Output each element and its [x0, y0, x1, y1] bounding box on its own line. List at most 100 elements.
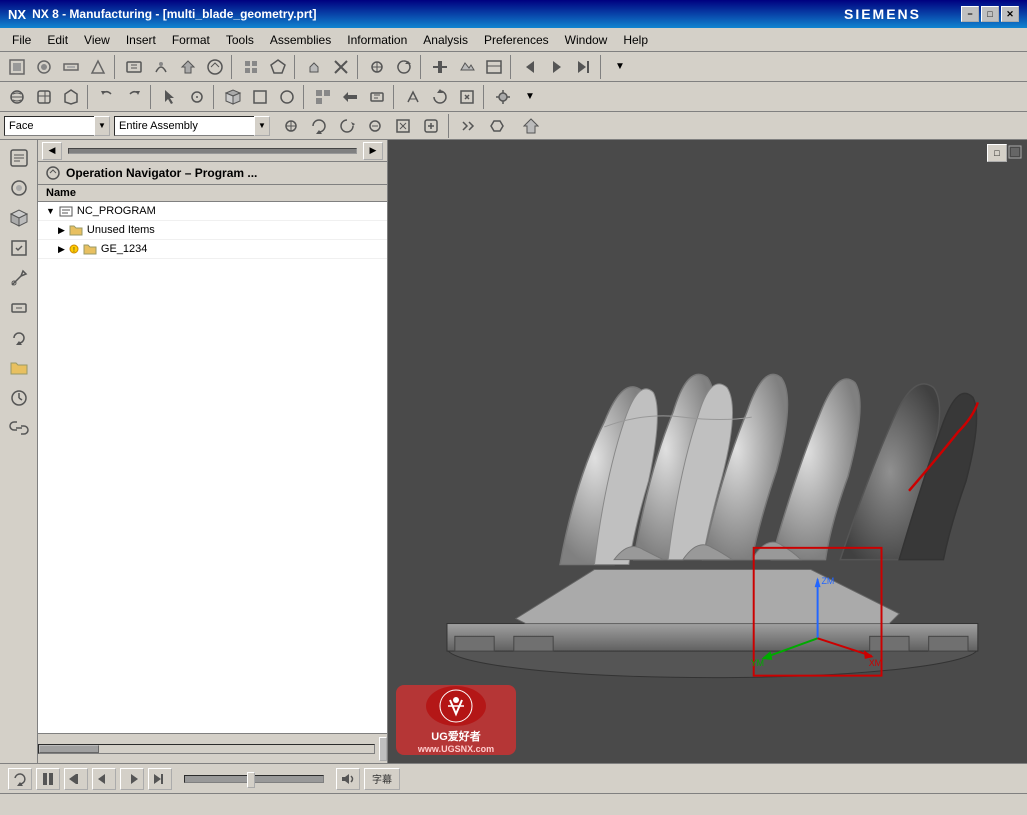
menu-insert[interactable]: Insert	[118, 31, 164, 49]
filter-tb-4[interactable]	[362, 114, 388, 138]
filter-tb-6[interactable]	[418, 114, 444, 138]
filter-tb-2[interactable]	[306, 114, 332, 138]
tb-btn-5[interactable]	[121, 55, 147, 79]
nav-resize-handle[interactable]	[379, 737, 387, 761]
menu-information[interactable]: Information	[339, 31, 415, 49]
tb-play-fwd2[interactable]	[571, 55, 597, 79]
tb2-undo[interactable]	[94, 85, 120, 109]
tb-btn-15[interactable]	[427, 55, 453, 79]
tb2-snap[interactable]	[184, 85, 210, 109]
nav-tab-fwd[interactable]: ▶	[363, 142, 383, 160]
tb-btn-11[interactable]	[301, 55, 327, 79]
filter-tb-9[interactable]	[518, 114, 544, 138]
tb2-view1[interactable]	[220, 85, 246, 109]
tb-btn-18[interactable]: ▼	[607, 55, 633, 79]
tree-item-ge1234[interactable]: ▶ ! GE_1234	[38, 240, 387, 259]
close-button[interactable]: ✕	[1001, 6, 1019, 22]
bt-fastfwd-btn[interactable]	[148, 768, 172, 790]
face-filter-select[interactable]: Face	[4, 116, 94, 136]
assembly-filter-arrow[interactable]: ▼	[254, 116, 270, 136]
viewport-restore-btn[interactable]: □	[987, 144, 1007, 162]
tb2-btn-more5[interactable]	[427, 85, 453, 109]
tb-btn-14[interactable]	[391, 55, 417, 79]
tb2-btn-more6[interactable]	[454, 85, 480, 109]
tb-btn-7[interactable]	[175, 55, 201, 79]
tb2-btn-more2[interactable]	[337, 85, 363, 109]
filter-tb-7[interactable]	[456, 114, 482, 138]
bt-volume-btn[interactable]	[336, 768, 360, 790]
bt-step-back-btn[interactable]	[92, 768, 116, 790]
menu-format[interactable]: Format	[164, 31, 218, 49]
menu-edit[interactable]: Edit	[39, 31, 76, 49]
tb-play-back[interactable]	[517, 55, 543, 79]
tb2-view3[interactable]	[274, 85, 300, 109]
bt-caption-btn[interactable]: 字幕	[364, 768, 400, 790]
sidebar-icon-refresh[interactable]	[5, 324, 33, 352]
tb-btn-13[interactable]	[364, 55, 390, 79]
menu-preferences[interactable]: Preferences	[476, 31, 557, 49]
sidebar-icon-folder[interactable]	[5, 354, 33, 382]
sidebar-icon-op[interactable]	[5, 294, 33, 322]
bt-pause-btn[interactable]	[36, 768, 60, 790]
tb-btn-4[interactable]	[85, 55, 111, 79]
nav-hscrollbar[interactable]	[38, 744, 375, 754]
filter-tb-8[interactable]	[484, 114, 510, 138]
tb2-btn-more7[interactable]	[490, 85, 516, 109]
tb-btn-6[interactable]	[148, 55, 174, 79]
nav-tab-back[interactable]: ◀	[42, 142, 62, 160]
tb-btn-10[interactable]	[265, 55, 291, 79]
nav-hscroll-thumb[interactable]	[39, 745, 99, 753]
tb2-view2[interactable]	[247, 85, 273, 109]
tb-btn-16[interactable]	[454, 55, 480, 79]
viewport-corner-btn[interactable]	[1007, 144, 1023, 163]
menu-file[interactable]: File	[4, 31, 39, 49]
tb2-btn-1[interactable]	[4, 85, 30, 109]
sidebar-icon-method[interactable]	[5, 234, 33, 262]
tb2-redo[interactable]	[121, 85, 147, 109]
tb-btn-1[interactable]	[4, 55, 30, 79]
tb2-btn-more4[interactable]	[400, 85, 426, 109]
sidebar-icon-link[interactable]	[5, 414, 33, 442]
bt-step-fwd-btn[interactable]	[120, 768, 144, 790]
maximize-button[interactable]: □	[981, 6, 999, 22]
tb2-btn-more1[interactable]	[310, 85, 336, 109]
viewport[interactable]: □	[388, 140, 1027, 763]
sidebar-icon-tool[interactable]	[5, 264, 33, 292]
toolbar-sep-1	[114, 55, 118, 79]
tb2-btn-more3[interactable]	[364, 85, 390, 109]
assembly-filter-select[interactable]: Entire Assembly	[114, 116, 254, 136]
face-filter-arrow[interactable]: ▼	[94, 116, 110, 136]
tb-btn-17[interactable]	[481, 55, 507, 79]
menu-assemblies[interactable]: Assemblies	[262, 31, 339, 49]
bt-home-btn[interactable]	[8, 768, 32, 790]
tb2-select[interactable]	[157, 85, 183, 109]
tree-item-unused[interactable]: ▶ Unused Items	[38, 221, 387, 240]
menu-analysis[interactable]: Analysis	[415, 31, 476, 49]
tb2-btn-3[interactable]	[58, 85, 84, 109]
filter-tb-5[interactable]	[390, 114, 416, 138]
sidebar-icon-clock[interactable]	[5, 384, 33, 412]
tb-btn-12[interactable]	[328, 55, 354, 79]
minimize-button[interactable]: −	[961, 6, 979, 22]
bt-slider-thumb[interactable]	[247, 772, 255, 788]
sidebar-icon-machine[interactable]	[5, 174, 33, 202]
tb2-btn-2[interactable]	[31, 85, 57, 109]
tb2-btn-more8[interactable]: ▼	[517, 85, 543, 109]
menu-help[interactable]: Help	[615, 31, 656, 49]
menu-view[interactable]: View	[76, 31, 118, 49]
bt-rewind-btn[interactable]	[64, 768, 88, 790]
sidebar-icon-geometry[interactable]	[5, 204, 33, 232]
sidebar-icon-program[interactable]	[5, 144, 33, 172]
tb-btn-9[interactable]	[238, 55, 264, 79]
menu-window[interactable]: Window	[557, 31, 616, 49]
bt-progress-slider[interactable]	[184, 775, 324, 783]
filter-tb-1[interactable]	[278, 114, 304, 138]
toolbar-sep-2	[231, 55, 235, 79]
tree-item-nc-program[interactable]: ▼ NC_PROGRAM	[38, 202, 387, 221]
tb-btn-8[interactable]	[202, 55, 228, 79]
filter-tb-3[interactable]	[334, 114, 360, 138]
tb-btn-2[interactable]	[31, 55, 57, 79]
tb-btn-3[interactable]	[58, 55, 84, 79]
menu-tools[interactable]: Tools	[218, 31, 262, 49]
tb-play-fwd[interactable]	[544, 55, 570, 79]
